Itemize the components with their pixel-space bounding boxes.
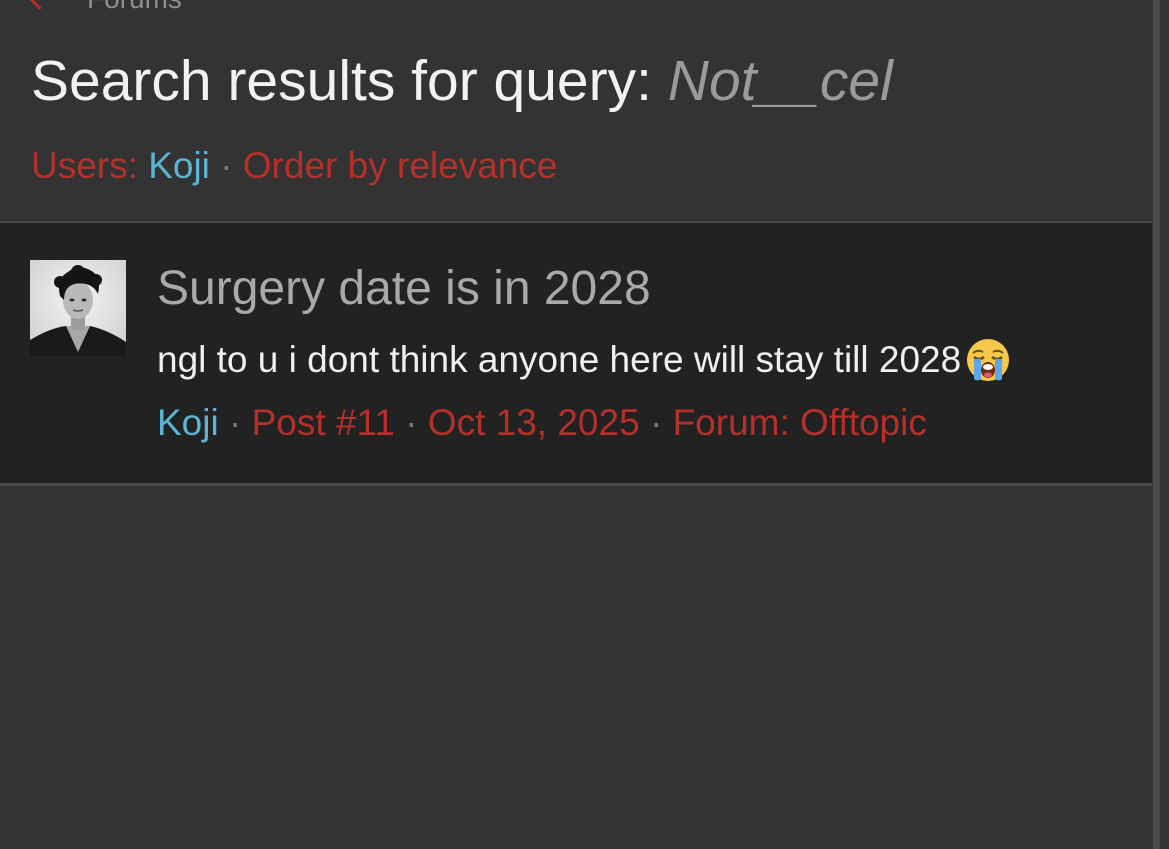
loudly-crying-face-icon <box>965 337 1011 383</box>
chevron-left-icon <box>26 0 53 10</box>
meta-separator: · <box>649 402 663 443</box>
meta-separator: · <box>405 402 418 443</box>
search-query: Not__cel <box>667 49 893 113</box>
result-snippet: ngl to u i dont think anyone here will s… <box>157 337 1011 383</box>
order-by-link[interactable]: Order by relevance <box>243 145 558 186</box>
user-filter-link[interactable]: Koji <box>148 145 210 186</box>
avatar-image <box>30 260 126 356</box>
post-date: Oct 13, 2025 <box>427 402 640 443</box>
meta-separator: · <box>228 402 242 443</box>
post-number: Post #11 <box>251 402 395 443</box>
back-label: Forums <box>87 0 182 15</box>
divider <box>0 483 1152 486</box>
search-filters: Users: Koji · Order by relevance <box>31 144 557 188</box>
page-title-prefix: Search results for query: <box>31 49 652 113</box>
users-filter-label: Users: <box>31 145 138 186</box>
result-title-link[interactable]: Surgery date is in 2028 <box>157 261 651 317</box>
scrollbar[interactable] <box>1153 0 1160 849</box>
avatar[interactable] <box>30 260 126 356</box>
result-meta: Koji · Post #11 · Oct 13, 2025 · Forum: … <box>157 400 927 446</box>
search-result-item[interactable]: Surgery date is in 2028 ngl to u i dont … <box>0 223 1152 483</box>
search-results-page: Forums Search results for query: Not__ce… <box>0 0 1169 849</box>
forum-link[interactable]: Forum: Offtopic <box>673 402 927 443</box>
back-to-forums-link[interactable]: Forums <box>26 0 182 15</box>
filter-separator: · <box>220 145 233 186</box>
author-link[interactable]: Koji <box>157 402 219 443</box>
page-title: Search results for query: Not__cel <box>31 48 893 114</box>
result-snippet-text: ngl to u i dont think anyone here will s… <box>157 339 962 380</box>
